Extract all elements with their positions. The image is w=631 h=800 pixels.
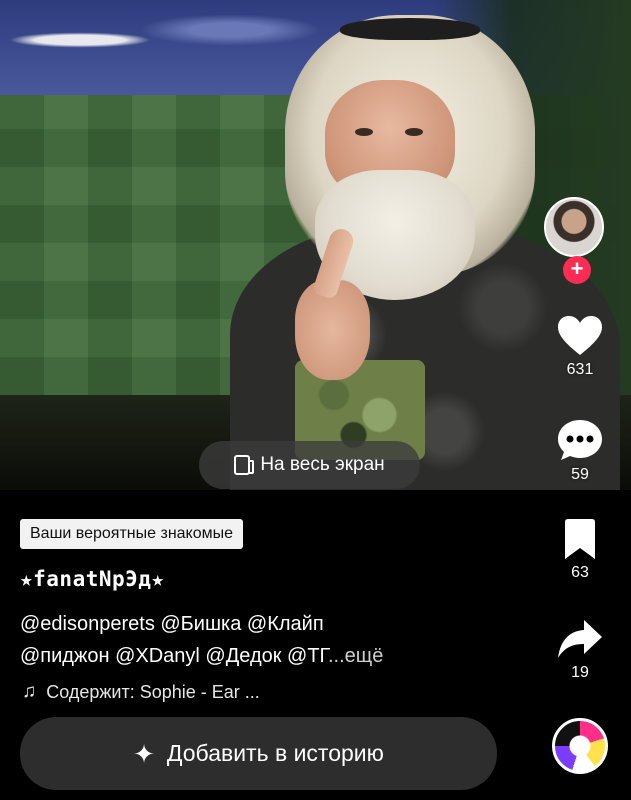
video-caption[interactable]: @edisonperets @Бишка @Клайп @пиджон @XDa… [20, 608, 520, 672]
fullscreen-icon [234, 455, 255, 475]
caption-line-2[interactable]: @пиджон @XDanyl @Дедок @ТГ...ещё [20, 640, 520, 672]
sparkle-icon: ✦ [133, 738, 155, 769]
person-hat [340, 18, 480, 40]
share-button[interactable]: 19 [548, 618, 612, 682]
caption-line-1[interactable]: @edisonperets @Бишка @Клайп [20, 608, 520, 640]
heart-icon [558, 316, 602, 355]
sound-info[interactable]: ♫ Содержит: Sophie - Ear ... [22, 681, 260, 703]
save-count: 63 [571, 564, 589, 581]
sound-label[interactable]: Содержит: Sophie - Ear ... [46, 682, 260, 703]
add-to-story-button[interactable]: ✦ Добавить в историю [20, 717, 497, 790]
comment-count: 59 [571, 466, 589, 483]
creator-username[interactable]: ★fanatNpЭд★ [20, 567, 165, 591]
person-eye-left [355, 128, 373, 136]
save-button[interactable]: 63 [548, 518, 612, 582]
like-count: 631 [566, 361, 594, 378]
fullscreen-button[interactable]: На весь экран [199, 441, 420, 489]
share-icon [558, 620, 602, 658]
like-button[interactable]: 631 [548, 315, 612, 379]
share-count: 19 [571, 664, 589, 681]
add-to-story-label: Добавить в историю [166, 740, 384, 766]
comment-icon [558, 420, 602, 460]
music-disc-icon[interactable] [552, 718, 608, 774]
music-note-icon: ♫ [22, 681, 37, 702]
mutual-friends-badge: Ваши вероятные знакомые [20, 519, 244, 549]
plus-icon[interactable]: + [563, 256, 591, 284]
creator-avatar[interactable] [544, 197, 604, 257]
caption-more-link[interactable]: ...ещё [328, 645, 383, 667]
bookmark-icon [565, 519, 595, 559]
comment-button[interactable]: 59 [548, 418, 612, 484]
video-frame[interactable]: На весь экран [0, 0, 631, 490]
person-eye-right [405, 128, 423, 136]
fullscreen-label: На весь экран [260, 454, 385, 475]
caption-line-2-text[interactable]: @пиджон @XDanyl @Дедок @ТГ [20, 645, 328, 667]
